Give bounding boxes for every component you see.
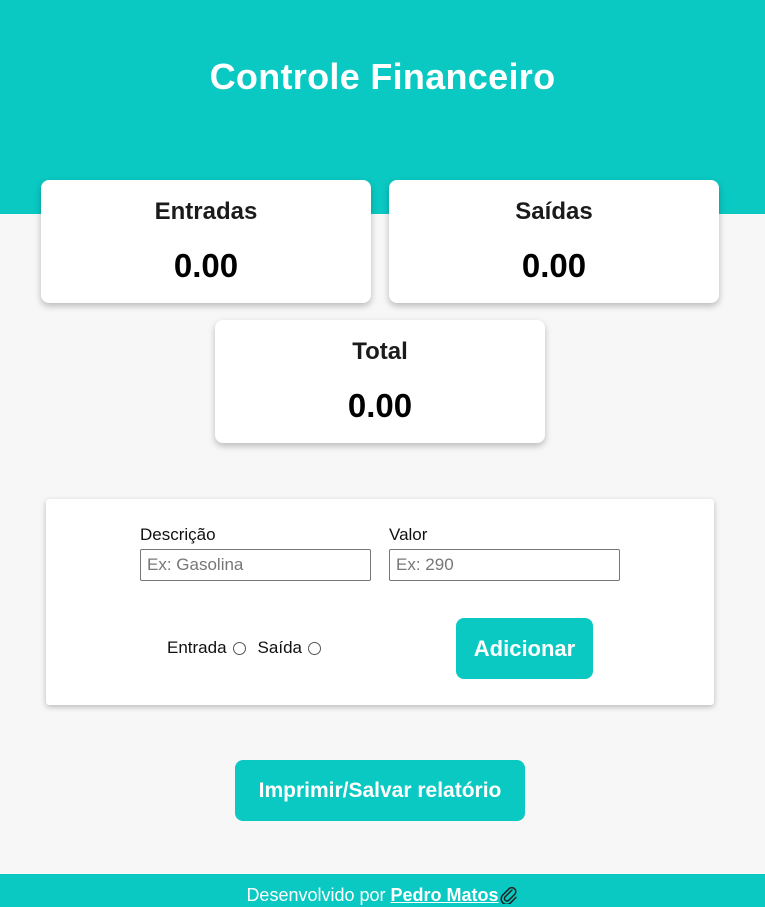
page: Controle Financeiro Entradas 0.00 Saídas… xyxy=(0,0,765,907)
total-card: Total 0.00 xyxy=(215,320,545,443)
expense-value: 0.00 xyxy=(521,247,587,284)
author-name: Pedro Matos xyxy=(390,885,499,905)
author-link[interactable]: Pedro Matos xyxy=(390,885,519,906)
radio-entrada[interactable] xyxy=(232,641,246,655)
income-label: Entradas xyxy=(154,198,258,225)
radio-label-entrada: Entrada xyxy=(167,638,227,657)
expense-label: Saídas xyxy=(515,198,593,225)
paperclip-icon xyxy=(499,877,519,906)
expense-card: Saídas 0.00 xyxy=(389,180,719,303)
radio-label-saida: Saída xyxy=(257,638,302,657)
transaction-form: Descrição Valor Entrada Saída Adicionar xyxy=(46,499,714,705)
income-card: Entradas 0.00 xyxy=(41,180,371,303)
add-button[interactable]: Adicionar xyxy=(456,618,593,679)
total-label: Total xyxy=(352,338,408,365)
page-title: Controle Financeiro xyxy=(209,56,556,97)
description-label: Descrição xyxy=(140,525,216,544)
amount-label: Valor xyxy=(389,525,428,544)
radio-saida[interactable] xyxy=(307,641,321,655)
type-radio-group: Entrada Saída xyxy=(167,638,333,658)
footer-text: Desenvolvido por xyxy=(246,885,386,905)
amount-input[interactable] xyxy=(389,549,620,581)
description-input[interactable] xyxy=(140,549,371,581)
income-value: 0.00 xyxy=(173,247,239,284)
footer: Desenvolvido por Pedro Matos xyxy=(0,874,765,907)
print-report-button[interactable]: Imprimir/Salvar relatório xyxy=(235,760,525,821)
total-value: 0.00 xyxy=(347,387,413,424)
